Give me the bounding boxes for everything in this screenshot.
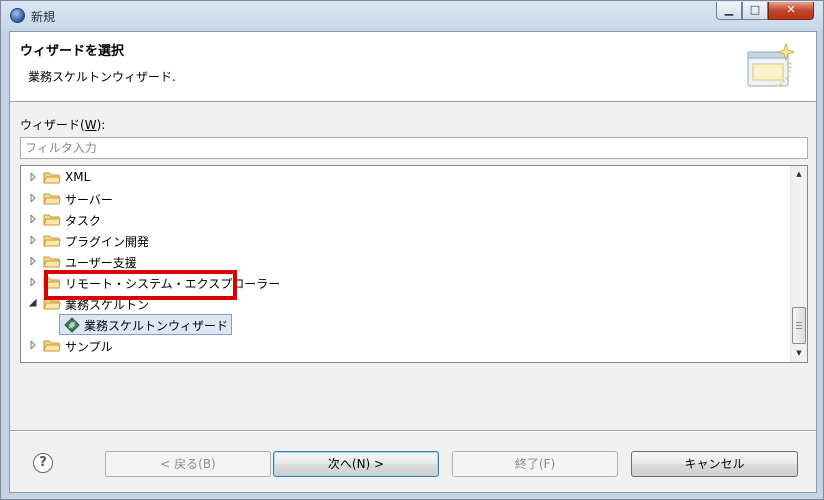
filter-input[interactable] <box>20 137 808 159</box>
dialog-window: 新規 ▁ □ ✕ ウィザードを選択 業務スケルトンウィザード. ウィザード(W)… <box>0 0 824 500</box>
folder-icon <box>43 193 61 205</box>
tree-item-label: 業務スケルトンウィザード <box>84 319 229 333</box>
thumb-grip <box>796 328 802 329</box>
banner-title: ウィザードを選択 <box>20 44 125 59</box>
eclipse-app-icon <box>10 8 25 23</box>
tree-item-sample[interactable]: サンプル <box>21 335 791 356</box>
folder-icon <box>43 256 61 268</box>
tree-item-label: XML <box>65 170 91 184</box>
folder-icon <box>43 214 61 226</box>
back-button[interactable]: < 戻る(B) <box>105 451 271 477</box>
tree-item-user-assist[interactable]: ユーザー支援 <box>21 251 791 272</box>
new-wizard-icon <box>747 42 796 88</box>
wizard-icon <box>64 317 80 333</box>
thumb-grip <box>796 325 802 326</box>
help-button[interactable]: ? <box>33 453 53 473</box>
tree-item-plugin-dev[interactable]: プラグイン開発 <box>21 230 791 251</box>
folder-icon <box>43 172 61 184</box>
tree-vertical-scrollbar[interactable]: ▲ ▼ <box>790 166 807 362</box>
tree-item-label: サーバー <box>65 193 113 207</box>
expand-arrow-icon[interactable] <box>29 257 37 265</box>
banner-subtitle: 業務スケルトンウィザード. <box>28 70 176 84</box>
thumb-grip <box>796 322 802 323</box>
expand-arrow-icon[interactable] <box>29 278 37 286</box>
maximize-button[interactable]: □ <box>742 2 768 20</box>
maximize-icon: □ <box>749 3 761 16</box>
scroll-down-button[interactable]: ▼ <box>791 345 807 362</box>
dialog-client-area: ウィザードを選択 業務スケルトンウィザード. ウィザード(W): XML サーバ… <box>9 31 817 493</box>
expand-arrow-icon[interactable] <box>29 341 37 349</box>
tree-item-label: タスク <box>65 214 102 228</box>
tree-item-task[interactable]: タスク <box>21 209 791 230</box>
tree-item-business-skeleton[interactable]: 業務スケルトン <box>21 293 791 314</box>
tree-item-label: 業務スケルトン <box>65 298 150 312</box>
next-button[interactable]: 次へ(N) > <box>273 451 439 477</box>
finish-button[interactable]: 終了(F) <box>452 451 618 477</box>
tree-item-label: サンプル <box>65 340 113 354</box>
help-icon: ? <box>39 455 47 470</box>
folder-open-icon <box>43 298 61 310</box>
collapse-arrow-icon[interactable] <box>29 299 37 307</box>
folder-icon <box>43 277 61 289</box>
expand-arrow-icon[interactable] <box>29 215 37 223</box>
folder-icon <box>43 340 61 352</box>
minimize-icon: ▁ <box>724 3 734 16</box>
tree-item-label: リモート・システム・エクスプローラー <box>65 277 281 291</box>
tree-item-xml[interactable]: XML <box>21 167 791 188</box>
expand-arrow-icon[interactable] <box>29 194 37 202</box>
expand-arrow-icon[interactable] <box>29 236 37 244</box>
tree-item-server[interactable]: サーバー <box>21 188 791 209</box>
title-bar: 新規 ▁ □ ✕ <box>1 1 823 31</box>
minimize-button[interactable]: ▁ <box>716 2 742 20</box>
tree-item-business-skeleton-wizard[interactable]: 業務スケルトンウィザード <box>59 314 232 335</box>
tree-item-remote-system-explorer[interactable]: リモート・システム・エクスプローラー <box>21 272 791 293</box>
scroll-thumb[interactable] <box>792 307 806 344</box>
wizard-label-mnemonic: W <box>84 118 97 132</box>
close-icon: ✕ <box>786 3 796 16</box>
close-button[interactable]: ✕ <box>768 2 814 20</box>
scroll-up-button[interactable]: ▲ <box>791 166 807 183</box>
wizard-tree[interactable]: XML サーバー タスク プラグイン開発 ユーザー支援 リモート・システム・エク… <box>20 165 808 363</box>
expand-arrow-icon[interactable] <box>29 173 37 181</box>
button-bar-separator <box>10 430 816 432</box>
tree-item-label: プラグイン開発 <box>65 235 150 249</box>
wizard-banner: ウィザードを選択 業務スケルトンウィザード. <box>10 32 816 102</box>
scroll-down-icon: ▼ <box>796 349 802 357</box>
scroll-up-icon: ▲ <box>796 170 802 178</box>
folder-icon <box>43 235 61 247</box>
window-title: 新規 <box>31 10 56 24</box>
cancel-button[interactable]: キャンセル <box>631 451 798 477</box>
wizard-list-label: ウィザード(W): <box>20 118 106 132</box>
tree-item-label: ユーザー支援 <box>65 256 137 270</box>
